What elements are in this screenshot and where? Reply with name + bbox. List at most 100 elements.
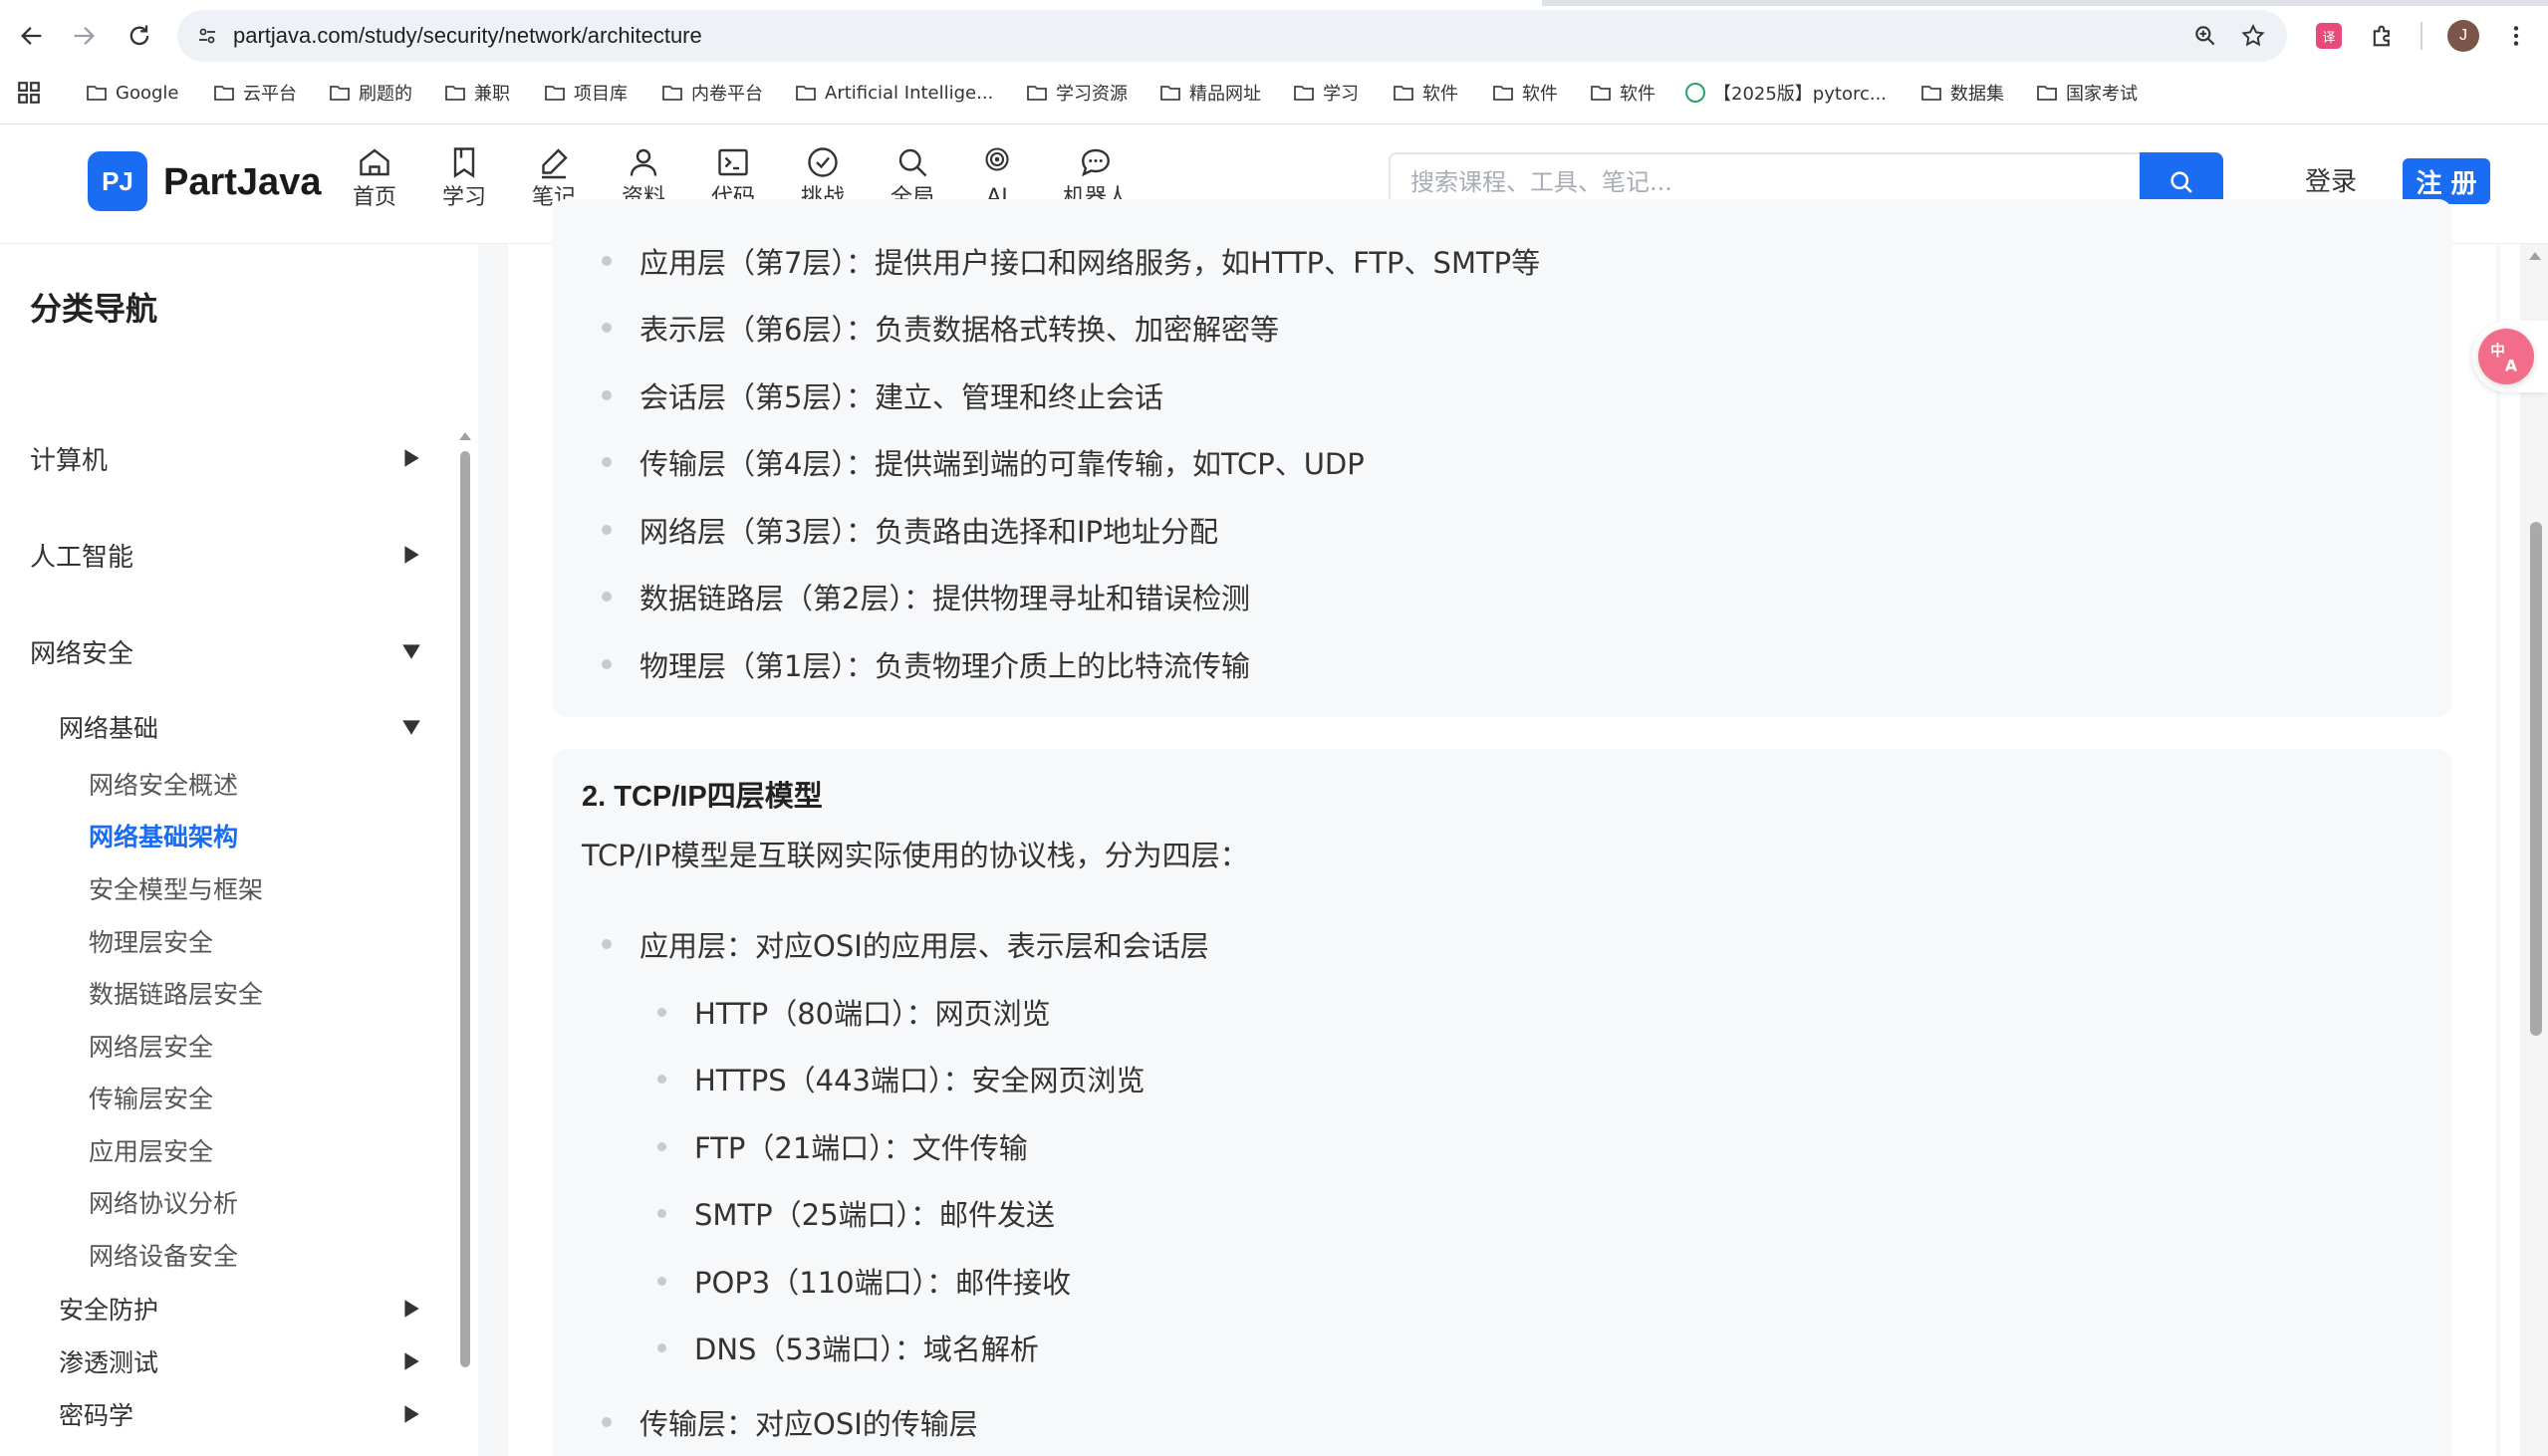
sidebar-item-application[interactable]: 应用层安全 — [89, 1130, 213, 1174]
list-item-text: HTTPS（443端口）：安全网页浏览 — [694, 1064, 1146, 1097]
sidebar-item-models[interactable]: 安全模型与框架 — [89, 868, 263, 912]
group-label: 网络基础 — [59, 714, 159, 743]
folder-icon — [1394, 86, 1413, 101]
category-computer[interactable]: 计算机 — [30, 433, 108, 483]
scroll-up-arrow-icon[interactable] — [457, 429, 473, 443]
caret-right-icon[interactable] — [396, 540, 426, 570]
login-link[interactable]: 登录 — [2305, 160, 2357, 204]
sidebar-item-physical[interactable]: 物理层安全 — [89, 921, 213, 965]
category-label: 人工智能 — [30, 542, 134, 573]
logo-mark[interactable]: PJ — [88, 151, 147, 211]
bookmark-label: 数据集 — [1950, 84, 2004, 105]
nav-study[interactable]: 学习 — [419, 144, 509, 224]
logo-text[interactable]: PartJava — [163, 154, 321, 210]
address-bar[interactable]: partjava.com/study/security/network/arch… — [177, 10, 2287, 62]
translate-extension-icon[interactable]: 译 — [2307, 14, 2351, 58]
sidebar-item-overview[interactable]: 网络安全概述 — [89, 764, 238, 808]
category-label: 计算机 — [30, 445, 109, 476]
caret-right-icon[interactable] — [396, 1294, 426, 1324]
category-network-security[interactable]: 网络安全 — [30, 626, 133, 676]
bookmark-label: Google — [116, 82, 179, 104]
bookmark-label: 内卷平台 — [691, 84, 763, 105]
sub-list-item: HTTP（80端口）：网页浏览 — [657, 987, 1051, 1037]
bookmark-item[interactable]: 【2025版】pytorc... — [1685, 72, 1887, 114]
sidebar-item-protocol-analysis[interactable]: 网络协议分析 — [89, 1182, 238, 1226]
bookmark-label: 学习资源 — [1056, 84, 1128, 105]
list-item-text: 应用层（第7层）：提供用户接口和网络服务，如HTTP、FTP、SMTP等 — [639, 246, 1541, 280]
sidebar-item-architecture[interactable]: 网络基础架构 — [89, 816, 238, 859]
bookmark-label: 软件 — [1422, 84, 1458, 105]
page-scrollbar-thumb[interactable] — [2530, 522, 2542, 1036]
group-label: 渗透测试 — [59, 1348, 159, 1377]
bookmark-item[interactable]: 国家考试 — [2036, 72, 2138, 114]
scroll-up-arrow-icon[interactable] — [2528, 250, 2542, 262]
profile-avatar[interactable]: J — [2447, 20, 2479, 52]
sidebar-scrollbar-thumb[interactable] — [460, 451, 470, 1367]
sub-list-item: POP3（110端口）：邮件接收 — [657, 1256, 1071, 1306]
group-cryptography[interactable]: 密码学 — [59, 1389, 133, 1439]
forward-button[interactable] — [62, 14, 106, 58]
list-item: 会话层（第5层）：建立、管理和终止会话 — [602, 370, 1163, 420]
url-text[interactable]: partjava.com/study/security/network/arch… — [233, 10, 702, 62]
bookmark-item[interactable]: 学习资源 — [1026, 72, 1128, 114]
nav-home[interactable]: 首页 — [330, 144, 419, 224]
list-item-text: POP3（110端口）：邮件接收 — [694, 1266, 1072, 1300]
list-item: 传输层（第4层）：提供端到端的可靠传输，如TCP、UDP — [602, 437, 1365, 487]
sidebar-item-datalink[interactable]: 数据链路层安全 — [89, 973, 263, 1017]
bookmark-item[interactable]: 学习 — [1293, 72, 1359, 114]
group-pentest[interactable]: 渗透测试 — [59, 1336, 158, 1386]
back-button[interactable] — [10, 14, 54, 58]
caret-down-icon[interactable] — [396, 636, 426, 666]
bookmark-item[interactable]: 精品网址 — [1159, 72, 1261, 114]
bookmark-label: 软件 — [1522, 84, 1558, 105]
bookmark-star-icon[interactable] — [2235, 18, 2271, 54]
sub-list-item: FTP（21端口）：文件传输 — [657, 1121, 1028, 1171]
svg-text:A: A — [2505, 357, 2518, 374]
category-ai[interactable]: 人工智能 — [30, 530, 133, 580]
zoom-icon[interactable] — [2187, 18, 2223, 54]
section-heading: 2. TCP/IP四层模型 — [582, 781, 823, 813]
group-defense[interactable]: 安全防护 — [59, 1284, 158, 1334]
apps-grid-icon[interactable] — [16, 80, 42, 106]
reload-button[interactable] — [118, 14, 161, 58]
bookmark-item[interactable]: 软件 — [1492, 72, 1558, 114]
sidebar-item-network-layer[interactable]: 网络层安全 — [89, 1026, 213, 1070]
caret-down-icon[interactable] — [396, 712, 426, 742]
nav-label: 首页 — [352, 185, 396, 210]
folder-icon — [87, 86, 107, 101]
caret-right-icon[interactable] — [396, 443, 426, 473]
terminal-icon — [718, 148, 748, 176]
list-item-text: DNS（53端口）：域名解析 — [694, 1333, 1039, 1366]
bookmark-item[interactable]: 软件 — [1590, 72, 1656, 114]
bookmark-item[interactable]: Artificial Intellige... — [795, 72, 993, 114]
toolbar-divider — [2421, 22, 2422, 50]
bookmark-label: 云平台 — [243, 84, 297, 105]
bookmark-item[interactable]: 刷题的 — [329, 72, 412, 114]
menu-kebab-icon[interactable] — [2494, 14, 2538, 58]
group-network-basics[interactable]: 网络基础 — [59, 702, 158, 752]
register-button[interactable]: 注 册 — [2403, 158, 2490, 204]
bookmark-item[interactable]: 云平台 — [213, 72, 297, 114]
folder-icon — [662, 86, 682, 101]
site-info-icon[interactable] — [187, 16, 227, 56]
folder-icon — [545, 86, 565, 101]
list-item: 传输层：对应OSI的传输层 — [602, 1397, 978, 1447]
translate-icon[interactable]: 中A — [2478, 329, 2534, 384]
bookmark-item[interactable]: 软件 — [1393, 72, 1458, 114]
bookmark-item[interactable]: Google — [86, 72, 178, 114]
bookmark-item[interactable]: 内卷平台 — [661, 72, 763, 114]
list-item-text: 表示层（第6层）：负责数据格式转换、加密解密等 — [639, 313, 1279, 347]
caret-right-icon[interactable] — [396, 1399, 426, 1429]
sidebar-item-transport[interactable]: 传输层安全 — [89, 1078, 213, 1121]
list-item-text: 物理层（第1层）：负责物理介质上的比特流传输 — [639, 649, 1250, 683]
bookmark-item[interactable]: 项目库 — [544, 72, 628, 114]
bookmark-item[interactable]: 兼职 — [444, 72, 510, 114]
extensions-puzzle-icon[interactable] — [2361, 14, 2405, 58]
sidebar-item-devices[interactable]: 网络设备安全 — [89, 1235, 238, 1279]
bookmark-label: 精品网址 — [1189, 84, 1261, 105]
bookmark-item[interactable]: 数据集 — [1920, 72, 2004, 114]
list-item: 应用层：对应OSI的应用层、表示层和会话层 — [602, 919, 1209, 969]
sub-list-item: HTTPS（443端口）：安全网页浏览 — [657, 1054, 1145, 1103]
caret-right-icon[interactable] — [396, 1346, 426, 1376]
bookmark-label: 兼职 — [474, 84, 510, 105]
